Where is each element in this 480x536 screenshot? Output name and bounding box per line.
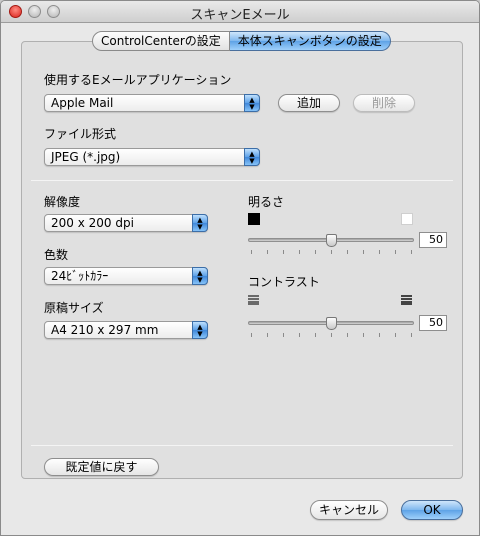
slider-tick — [395, 250, 396, 254]
slider-tick — [379, 333, 380, 337]
window-title: スキャンEメール — [190, 8, 290, 23]
popup-arrows-icon: ▲ ▼ — [192, 321, 208, 339]
slider-tick — [283, 333, 284, 337]
email-app-value: Apple Mail — [51, 96, 114, 110]
resolution-value: 200 x 200 dpi — [51, 216, 134, 230]
section-divider — [31, 180, 453, 181]
slider-tick — [331, 250, 332, 254]
slider-tick — [363, 250, 364, 254]
color-depth-select[interactable]: 24ﾋﾞｯﾄｶﾗｰ ▲ ▼ — [44, 267, 208, 285]
slider-tick — [267, 250, 268, 254]
resolution-label: 解像度 — [44, 195, 81, 209]
tab-controlcenter-settings[interactable]: ControlCenterの設定 — [92, 31, 230, 51]
tab-bar: ControlCenterの設定 本体スキャンボタンの設定 — [92, 31, 391, 51]
scan-email-window: スキャンEメール ControlCenterの設定 本体スキャンボタンの設定 使… — [0, 0, 480, 536]
popup-arrows-icon: ▲ ▼ — [192, 214, 208, 232]
resolution-select[interactable]: 200 x 200 dpi ▲ ▼ — [44, 214, 208, 232]
delete-button[interactable]: 削除 — [353, 94, 415, 112]
contrast-value-field[interactable]: 50 — [419, 315, 447, 331]
slider-tick — [315, 333, 316, 337]
low-contrast-icon — [248, 295, 259, 305]
slider-tick — [315, 250, 316, 254]
ok-button[interactable]: OK — [401, 500, 463, 520]
popup-arrows-icon: ▲ ▼ — [244, 94, 260, 112]
color-depth-label: 色数 — [44, 248, 69, 262]
slider-tick — [299, 333, 300, 337]
restore-defaults-button[interactable]: 既定値に戻す — [44, 458, 159, 476]
contrast-slider-thumb[interactable] — [325, 317, 337, 330]
slider-tick — [411, 333, 412, 337]
brightness-label: 明るさ — [248, 195, 285, 209]
slider-tick — [379, 250, 380, 254]
slider-tick — [347, 250, 348, 254]
document-size-label: 原稿サイズ — [44, 301, 104, 315]
brightness-value-field[interactable]: 50 — [419, 232, 447, 248]
high-contrast-icon — [401, 295, 412, 305]
document-size-select[interactable]: A4 210 x 297 mm ▲ ▼ — [44, 321, 208, 339]
white-swatch-icon — [401, 213, 413, 225]
tab-device-scan-button-settings[interactable]: 本体スキャンボタンの設定 — [229, 31, 391, 51]
email-app-label: 使用するEメールアプリケーション — [44, 73, 232, 87]
title-bar[interactable]: スキャンEメール — [1, 1, 479, 23]
document-size-value: A4 210 x 297 mm — [51, 323, 159, 337]
brightness-slider-ticks — [248, 250, 414, 255]
popup-arrows-icon: ▲ ▼ — [192, 267, 208, 285]
email-app-select[interactable]: Apple Mail ▲ ▼ — [44, 94, 260, 112]
slider-tick — [363, 333, 364, 337]
contrast-slider-ticks — [248, 333, 414, 338]
slider-tick — [331, 333, 332, 337]
slider-tick — [283, 250, 284, 254]
slider-tick — [251, 250, 252, 254]
brightness-slider-thumb[interactable] — [325, 234, 337, 247]
contrast-label: コントラスト — [248, 275, 320, 289]
add-button[interactable]: 追加 — [278, 94, 340, 112]
file-format-value: JPEG (*.jpg) — [51, 150, 121, 164]
slider-tick — [347, 333, 348, 337]
file-format-select[interactable]: JPEG (*.jpg) ▲ ▼ — [44, 148, 260, 166]
slider-tick — [395, 333, 396, 337]
color-depth-value: 24ﾋﾞｯﾄｶﾗｰ — [51, 269, 109, 283]
file-format-label: ファイル形式 — [44, 127, 117, 141]
slider-tick — [299, 250, 300, 254]
slider-tick — [251, 333, 252, 337]
popup-arrows-icon: ▲ ▼ — [244, 148, 260, 166]
cancel-button[interactable]: キャンセル — [310, 500, 388, 520]
slider-tick — [267, 333, 268, 337]
footer-divider — [31, 445, 453, 446]
black-swatch-icon — [248, 213, 260, 225]
slider-tick — [411, 250, 412, 254]
